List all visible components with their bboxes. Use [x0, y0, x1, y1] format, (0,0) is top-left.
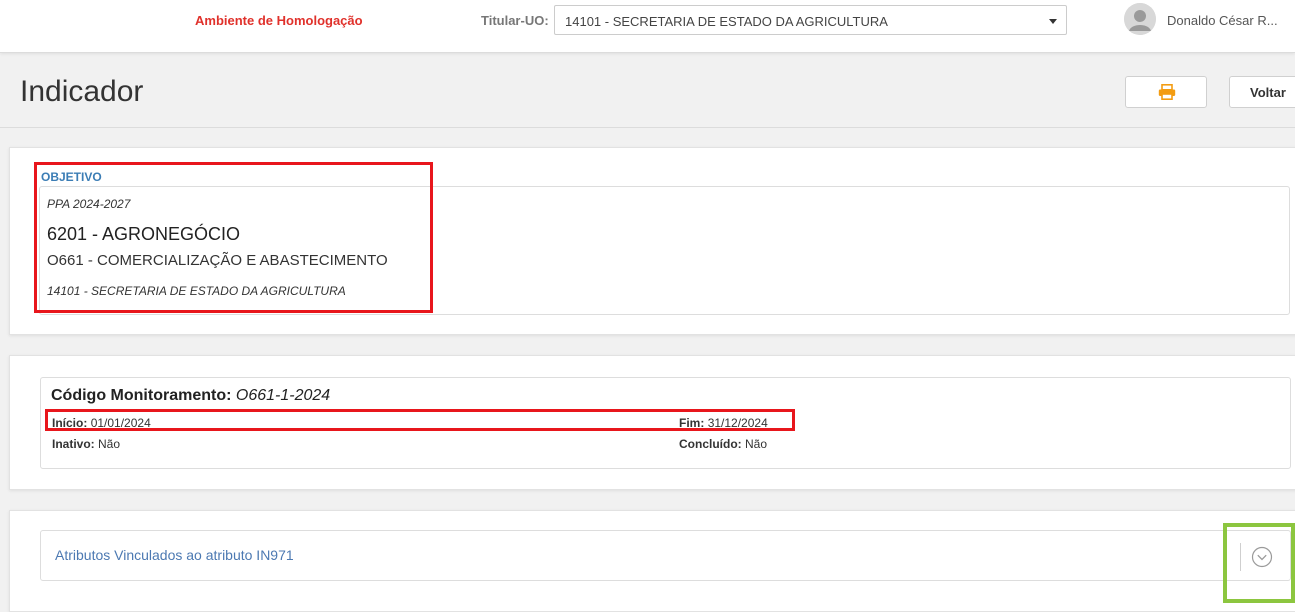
back-button[interactable]: Voltar: [1229, 76, 1295, 108]
dates-highlight: [45, 409, 795, 431]
avatar[interactable]: [1124, 3, 1156, 35]
concluded-label: Concluído:: [679, 437, 742, 451]
uo-select-value: 14101 - SECRETARIA DE ESTADO DA AGRICULT…: [565, 14, 888, 29]
inactive-status: Inativo: Não: [52, 437, 120, 451]
attributes-title[interactable]: Atributos Vinculados ao atributo IN971: [55, 547, 294, 563]
toggle-highlight: [1223, 523, 1295, 603]
print-button[interactable]: [1125, 76, 1207, 108]
objective-highlight: [34, 162, 433, 313]
environment-label: Ambiente de Homologação: [195, 13, 363, 28]
printer-icon: [1158, 84, 1176, 100]
page-title: Indicador: [20, 75, 144, 108]
user-icon: [1124, 3, 1156, 35]
monitoring-code-value: O661-1-2024: [235, 387, 331, 404]
concluded-value: Não: [745, 437, 768, 451]
user-name[interactable]: Donaldo César R...: [1167, 13, 1278, 28]
caret-down-icon: [1049, 19, 1057, 24]
monitoring-code: Código Monitoramento: O661-1-2024: [51, 387, 330, 405]
back-button-label: Voltar: [1250, 85, 1286, 100]
uo-label: Titular-UO:: [481, 13, 549, 28]
top-bar: Ambiente de Homologação Titular-UO: 1410…: [0, 0, 1295, 53]
concluded-status: Concluído: Não: [679, 437, 767, 451]
inactive-label: Inativo:: [52, 437, 95, 451]
uo-select[interactable]: 14101 - SECRETARIA DE ESTADO DA AGRICULT…: [554, 5, 1067, 35]
page-header: Indicador Voltar: [0, 53, 1295, 128]
monitoring-code-label: Código Monitoramento:: [51, 387, 232, 404]
inactive-value: Não: [98, 437, 121, 451]
